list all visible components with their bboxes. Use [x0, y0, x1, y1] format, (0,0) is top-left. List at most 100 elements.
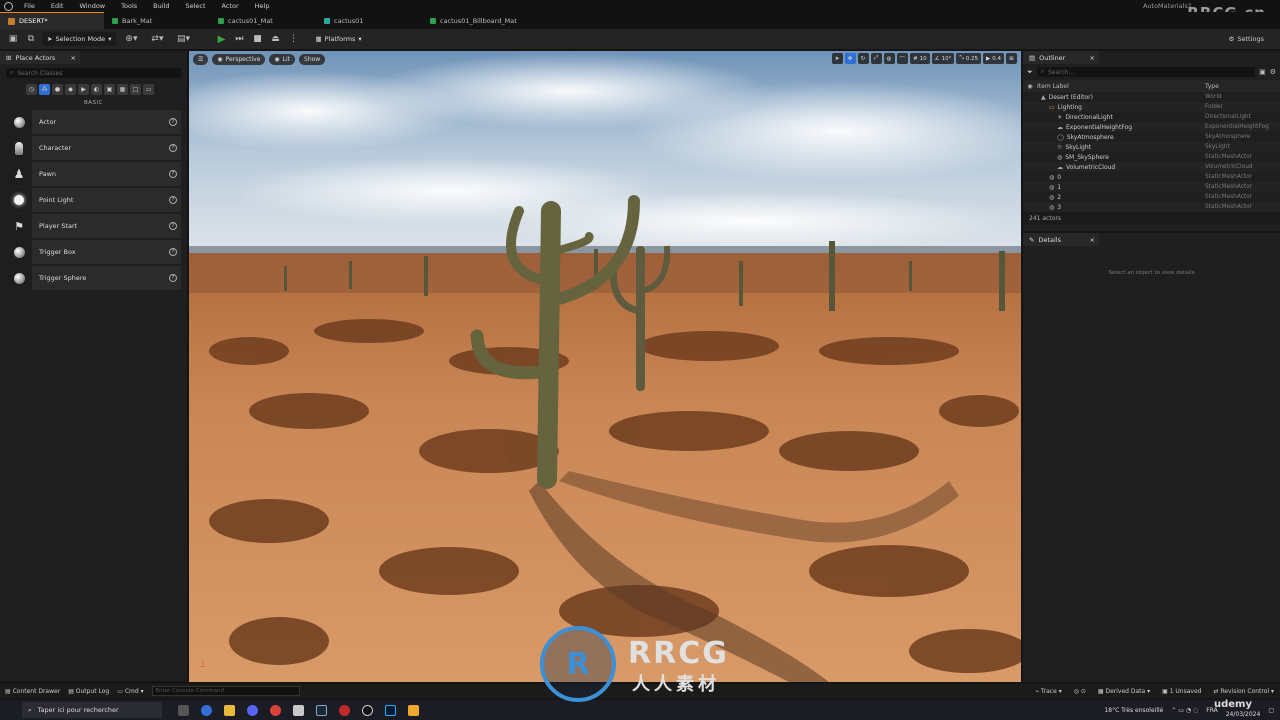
outliner-row[interactable]: ◍ 0 StaticMeshActor: [1023, 172, 1280, 182]
browse-icon[interactable]: ⧉: [24, 32, 38, 46]
tab-desert[interactable]: DESERT*: [0, 12, 104, 29]
menu-tools[interactable]: Tools: [113, 0, 145, 12]
perspective-dropdown[interactable]: ◉ Perspective: [212, 53, 266, 65]
actor-item-trigger-sphere[interactable]: Trigger Sphere ?: [6, 266, 181, 290]
help-icon[interactable]: ?: [169, 248, 177, 256]
lit-dropdown[interactable]: ◉ Lit: [269, 53, 296, 65]
actor-item-actor[interactable]: Actor ?: [6, 110, 181, 134]
menu-window[interactable]: Window: [71, 0, 113, 12]
blueprint-icon[interactable]: ⇄▾: [146, 32, 168, 46]
details-tab[interactable]: ✎ Details ×: [1023, 233, 1099, 246]
item-label-column[interactable]: Item Label: [1037, 83, 1205, 90]
outliner-row[interactable]: ◍ 3 StaticMeshActor: [1023, 202, 1280, 212]
outliner-row[interactable]: ☀ DirectionalLight DirectionalLight: [1023, 112, 1280, 122]
show-dropdown[interactable]: Show: [299, 53, 326, 65]
tab-cactus01-mat[interactable]: cactus01_Mat: [210, 12, 316, 29]
type-column[interactable]: Type: [1205, 83, 1219, 90]
unsaved-button[interactable]: ▣ 1 Unsaved: [1162, 688, 1201, 695]
menu-build[interactable]: Build: [145, 0, 177, 12]
outliner-row[interactable]: ☁ VolumetricCloud VolumetricCloud: [1023, 162, 1280, 172]
console-input[interactable]: Enter Console Command: [151, 686, 300, 696]
photoshop-icon[interactable]: [385, 704, 396, 716]
unreal-logo-icon[interactable]: [0, 0, 16, 12]
discord-icon[interactable]: [247, 704, 258, 716]
help-icon[interactable]: ?: [169, 144, 177, 152]
outliner-row[interactable]: ◍ 2 StaticMeshActor: [1023, 192, 1280, 202]
outliner-row[interactable]: ◍ SM_SkySphere StaticMeshActor: [1023, 152, 1280, 162]
menu-select[interactable]: Select: [177, 0, 213, 12]
help-icon[interactable]: ?: [169, 118, 177, 126]
trace-button[interactable]: ⌁ Trace ▾: [1035, 688, 1061, 695]
taskbar-search-input[interactable]: ⌕ Taper ici pour rechercher: [22, 702, 162, 718]
steam-icon[interactable]: [316, 704, 327, 716]
move-tool-icon[interactable]: ✥: [844, 53, 856, 64]
actor-item-character[interactable]: Character ?: [6, 136, 181, 160]
viewport-menu-icon[interactable]: ☰: [193, 53, 209, 65]
add-actor-icon[interactable]: ⊕▾: [120, 32, 142, 46]
actor-item-pawn[interactable]: ♟ Pawn ?: [6, 162, 181, 186]
maximize-icon[interactable]: ⊞: [1006, 53, 1017, 64]
revision-control-button[interactable]: ⇄ Revision Control ▾: [1213, 688, 1274, 695]
visual-icon[interactable]: ◐: [91, 84, 102, 95]
actor-item-point-light[interactable]: Point Light ?: [6, 188, 181, 212]
edge-icon[interactable]: [201, 704, 212, 716]
select-tool-icon[interactable]: ➤: [831, 53, 843, 64]
output-log-button[interactable]: ▤ Output Log: [68, 688, 109, 695]
recent-icon[interactable]: ◷: [26, 84, 37, 95]
shapes-icon[interactable]: ◆: [65, 84, 76, 95]
tab-billboard-mat[interactable]: cactus01_Billboard_Mat: [422, 12, 562, 29]
outliner-row[interactable]: ◯ SkyAtmosphere SkyAtmosphere: [1023, 132, 1280, 142]
volumes-icon[interactable]: ▣: [104, 84, 115, 95]
file-explorer-icon[interactable]: [224, 704, 235, 716]
platforms-dropdown[interactable]: ▦ Platforms ▾: [310, 32, 366, 46]
close-icon[interactable]: ×: [71, 54, 76, 62]
world-space-icon[interactable]: ◍: [883, 53, 895, 64]
level-viewport[interactable]: ☰ ◉ Perspective ◉ Lit Show ➤ ✥ ↻ ⤢ ◍ ⌒ #…: [189, 51, 1021, 682]
lights-icon[interactable]: ●: [52, 84, 63, 95]
visibility-icon[interactable]: ◉: [1023, 83, 1037, 90]
outliner-row[interactable]: ▭ Lighting Folder: [1023, 102, 1280, 112]
settings-gear-icon[interactable]: ⚙: [1270, 68, 1276, 76]
menu-actor[interactable]: Actor: [214, 0, 247, 12]
place-actors-tab[interactable]: ⊞ Place Actors ×: [0, 51, 80, 64]
outliner-row[interactable]: ☼ SkyLight SkyLight: [1023, 142, 1280, 152]
filter-icon[interactable]: ⏷: [1027, 68, 1033, 77]
actor-item-player-start[interactable]: ⚑ Player Start ?: [6, 214, 181, 238]
scale-snap-button[interactable]: ⤡ 0.25: [956, 53, 982, 64]
step-icon[interactable]: ⏭: [232, 32, 246, 46]
cinematics-icon[interactable]: ▤▾: [172, 32, 194, 46]
stats-icon[interactable]: ◎ ⊙: [1074, 688, 1086, 695]
tray-icons[interactable]: ⌃ ▭ ◔ ◌: [1171, 707, 1198, 714]
stop-icon[interactable]: ■: [250, 32, 264, 46]
panel-icon[interactable]: ▭: [143, 84, 154, 95]
settings-button[interactable]: ⚙ Settings: [1229, 32, 1265, 46]
surface-snap-icon[interactable]: ⌒: [896, 53, 909, 64]
save-icon[interactable]: ▣: [6, 32, 20, 46]
close-icon[interactable]: ×: [1090, 54, 1095, 62]
unreal-app-icon[interactable]: [362, 704, 373, 716]
cinematic-icon[interactable]: ▶: [78, 84, 89, 95]
menu-file[interactable]: File: [16, 0, 43, 12]
outliner-row[interactable]: ▲ Desert (Editor) World: [1023, 92, 1280, 102]
scale-tool-icon[interactable]: ⤢: [870, 53, 882, 64]
more-options-icon[interactable]: ⋮: [286, 32, 300, 46]
help-icon[interactable]: ?: [169, 274, 177, 282]
weather-widget[interactable]: 18°C Très ensoleillé: [1104, 707, 1163, 714]
tab-bark-mat[interactable]: Bark_Mat: [104, 12, 210, 29]
geometry-icon[interactable]: □: [130, 84, 141, 95]
grid-snap-button[interactable]: # 10: [910, 53, 930, 64]
help-icon[interactable]: ?: [169, 222, 177, 230]
help-icon[interactable]: ?: [169, 196, 177, 204]
add-folder-icon[interactable]: ▣: [1259, 68, 1266, 76]
camera-speed-button[interactable]: ▶ 0.4: [983, 53, 1004, 64]
search-classes-input[interactable]: ⌕ Search Classes: [6, 68, 181, 78]
outliner-tab[interactable]: ▤ Outliner ×: [1023, 51, 1099, 64]
outliner-row[interactable]: ☁ ExponentialHeightFog ExponentialHeightFo…: [1023, 122, 1280, 132]
obs-icon[interactable]: [339, 704, 350, 716]
selection-mode-dropdown[interactable]: ➤ Selection Mode ▾: [42, 32, 117, 46]
tab-cactus01[interactable]: cactus01: [316, 12, 422, 29]
blender-icon[interactable]: [408, 704, 419, 716]
play-icon[interactable]: ▶: [214, 32, 228, 46]
help-icon[interactable]: ?: [169, 170, 177, 178]
rotate-tool-icon[interactable]: ↻: [857, 53, 869, 64]
